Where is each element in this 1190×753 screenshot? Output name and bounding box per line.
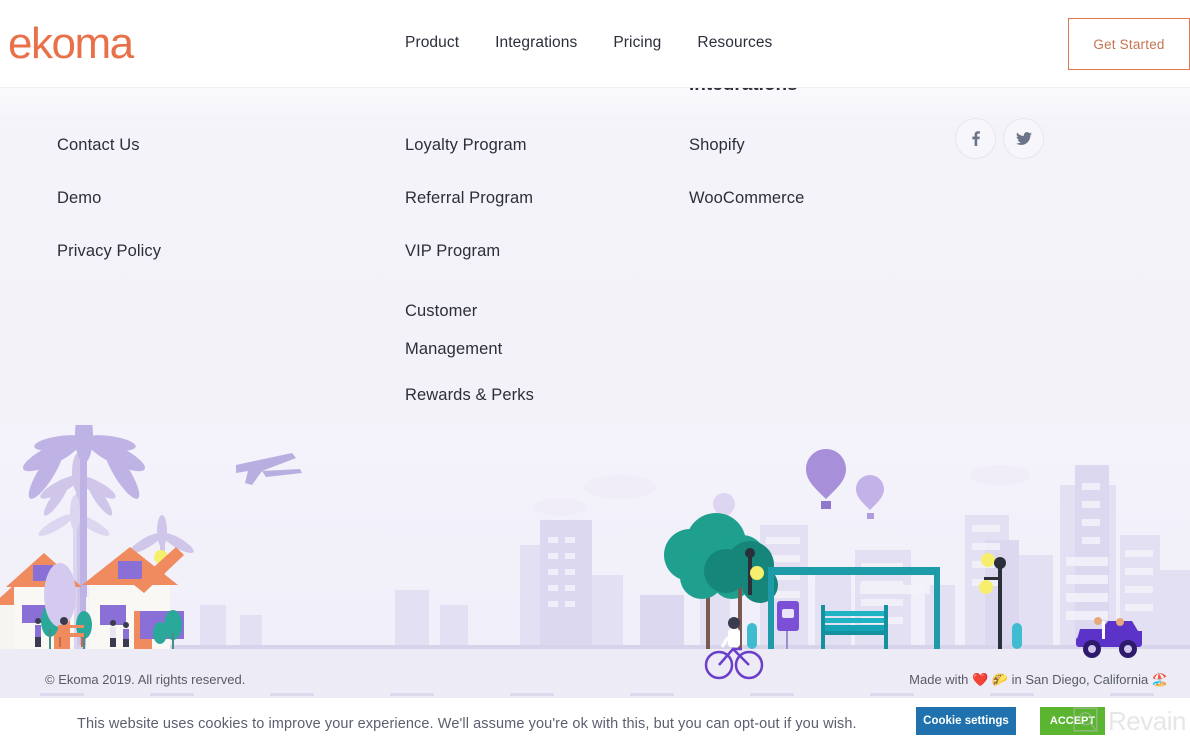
footer-column-integrations: Shopify WooCommerce: [689, 133, 804, 239]
footer-link-loyalty-program[interactable]: Loyalty Program: [405, 133, 535, 157]
copyright-text: © Ekoma 2019. All rights reserved.: [45, 672, 246, 687]
pedestrian: [123, 622, 129, 647]
footer-link-rewards-perks[interactable]: Rewards & Perks: [405, 383, 535, 407]
footer-link-vip-program[interactable]: VIP Program: [405, 239, 535, 263]
nav-item-integrations[interactable]: Integrations: [495, 32, 577, 54]
cookie-message: This website uses cookies to improve you…: [77, 716, 857, 732]
footer-heading-clipped: Integrations: [689, 88, 798, 90]
footer-link-contact-us[interactable]: Contact Us: [57, 133, 161, 157]
cookie-consent-banner: This website uses cookies to improve you…: [0, 697, 1190, 753]
nav-item-product[interactable]: Product: [405, 32, 459, 54]
cookie-settings-button[interactable]: Cookie settings: [916, 707, 1016, 735]
pedestrian: [110, 620, 116, 647]
nav-item-pricing[interactable]: Pricing: [613, 32, 661, 54]
twitter-icon[interactable]: [1003, 118, 1044, 159]
footer-column-product: Loyalty Program Referral Program VIP Pro…: [405, 133, 535, 436]
pedestrian: [35, 618, 41, 647]
footer-link-referral-program[interactable]: Referral Program: [405, 186, 535, 210]
site-footer: Integrations Contact Us Demo Privacy Pol…: [0, 88, 1190, 753]
footer-column-company: Contact Us Demo Privacy Policy: [57, 133, 161, 292]
nav-item-resources[interactable]: Resources: [697, 32, 772, 54]
footer-link-customer-management[interactable]: Customer Management: [405, 292, 535, 368]
site-header: ekoma Product Integrations Pricing Resou…: [0, 0, 1190, 88]
ekoma-logo[interactable]: ekoma: [8, 18, 134, 70]
footer-link-shopify[interactable]: Shopify: [689, 133, 804, 157]
cookie-accept-button[interactable]: ACCEPT: [1040, 707, 1105, 735]
page-root: ekoma Product Integrations Pricing Resou…: [0, 0, 1190, 753]
footer-link-privacy-policy[interactable]: Privacy Policy: [57, 239, 161, 263]
footer-link-demo[interactable]: Demo: [57, 186, 161, 210]
get-started-button[interactable]: Get Started: [1068, 18, 1190, 70]
social-links: [955, 118, 1044, 159]
made-with-text: Made with ❤️ 🌮 in San Diego, California …: [909, 672, 1168, 687]
footer-bottom-bar: © Ekoma 2019. All rights reserved. Made …: [0, 669, 1190, 695]
main-navigation: Product Integrations Pricing Resources: [405, 32, 772, 54]
footer-link-woocommerce[interactable]: WooCommerce: [689, 186, 804, 210]
revain-watermark-text: Revain: [1108, 706, 1186, 736]
facebook-icon[interactable]: [955, 118, 996, 159]
